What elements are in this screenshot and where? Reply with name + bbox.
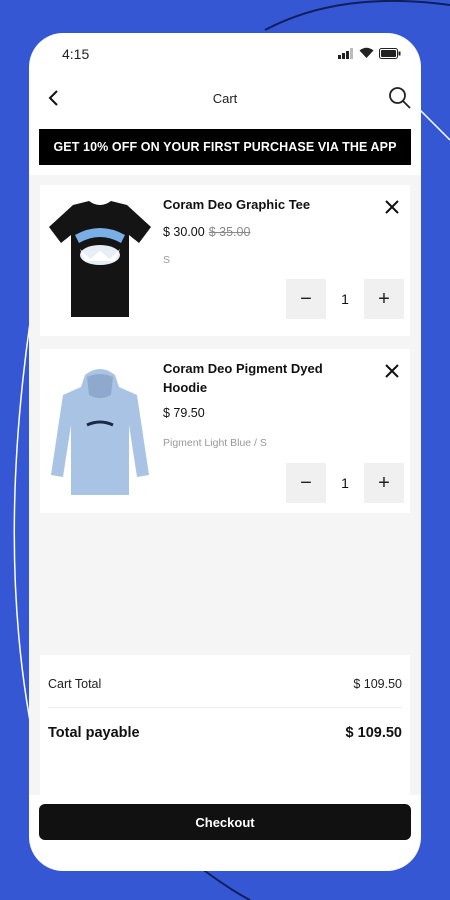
cart-content: Coram Deo Graphic Tee $ 30.00 $ 35.00 S −…	[29, 175, 421, 805]
item-current-price: $ 30.00	[163, 225, 205, 239]
page-title: Cart	[212, 91, 238, 106]
signal-icon	[338, 47, 353, 59]
status-time: 4:15	[62, 46, 90, 62]
divider	[48, 707, 402, 708]
battery-icon	[379, 47, 401, 59]
wifi-icon	[359, 47, 374, 58]
increase-quantity-button[interactable]: +	[364, 279, 404, 319]
item-old-price: $ 35.00	[208, 225, 251, 239]
total-payable-label: Total payable	[48, 725, 140, 741]
item-price: $ 30.00 $ 35.00	[163, 225, 250, 239]
hoodie-image	[51, 369, 149, 495]
item-current-price: $ 79.50	[163, 406, 205, 420]
item-name: Coram Deo Graphic Tee	[163, 197, 311, 212]
quantity-stepper: − 1 +	[286, 279, 404, 319]
total-payable-row: Total payable $ 109.50	[48, 725, 402, 741]
status-icons	[338, 47, 401, 59]
remove-item-icon[interactable]	[384, 363, 400, 379]
cart-total-label: Cart Total	[48, 677, 102, 691]
search-icon[interactable]	[387, 85, 413, 111]
increase-quantity-button[interactable]: +	[364, 463, 404, 503]
cart-item: Coram Deo Pigment Dyed Hoodie $ 79.50 Pi…	[40, 349, 410, 513]
app-header: Cart	[29, 79, 421, 119]
decrease-quantity-button[interactable]: −	[286, 279, 326, 319]
quantity-stepper: − 1 +	[286, 463, 404, 503]
status-bar: 4:15	[29, 33, 421, 73]
phone-screen: 4:15 Cart GET 10% OFF ON YOUR FIRST PURC…	[29, 33, 421, 871]
order-summary: Cart Total $ 109.50 Total payable $ 109.…	[40, 655, 410, 805]
promo-banner: GET 10% OFF ON YOUR FIRST PURCHASE VIA T…	[39, 129, 411, 165]
item-name: Coram Deo Pigment Dyed Hoodie	[163, 361, 323, 395]
checkout-button[interactable]: Checkout	[39, 804, 411, 840]
cart-item: Coram Deo Graphic Tee $ 30.00 $ 35.00 S −…	[40, 185, 410, 336]
quantity-value: 1	[341, 291, 349, 307]
quantity-value: 1	[341, 475, 349, 491]
total-payable-value: $ 109.50	[345, 725, 402, 741]
cart-total-value: $ 109.50	[353, 677, 402, 691]
item-variant: Pigment Light Blue / S	[163, 437, 267, 449]
item-price: $ 79.50	[163, 406, 205, 420]
cart-total-row: Cart Total $ 109.50	[48, 677, 402, 691]
remove-item-icon[interactable]	[384, 199, 400, 215]
tshirt-image	[49, 201, 151, 317]
decrease-quantity-button[interactable]: −	[286, 463, 326, 503]
item-variant: S	[163, 254, 171, 266]
